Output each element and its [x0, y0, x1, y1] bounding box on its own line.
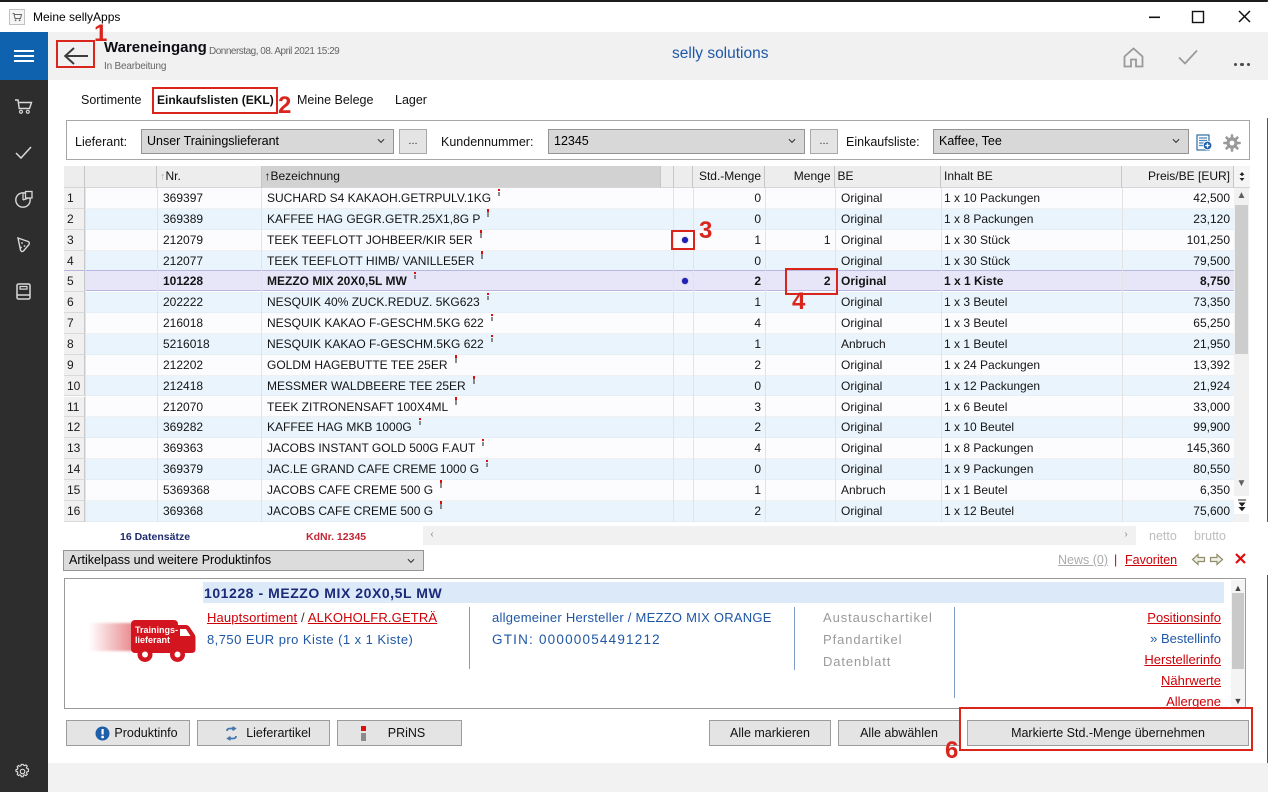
svg-text:lieferant: lieferant [135, 635, 170, 645]
svg-text:Trainings-: Trainings- [135, 625, 178, 635]
